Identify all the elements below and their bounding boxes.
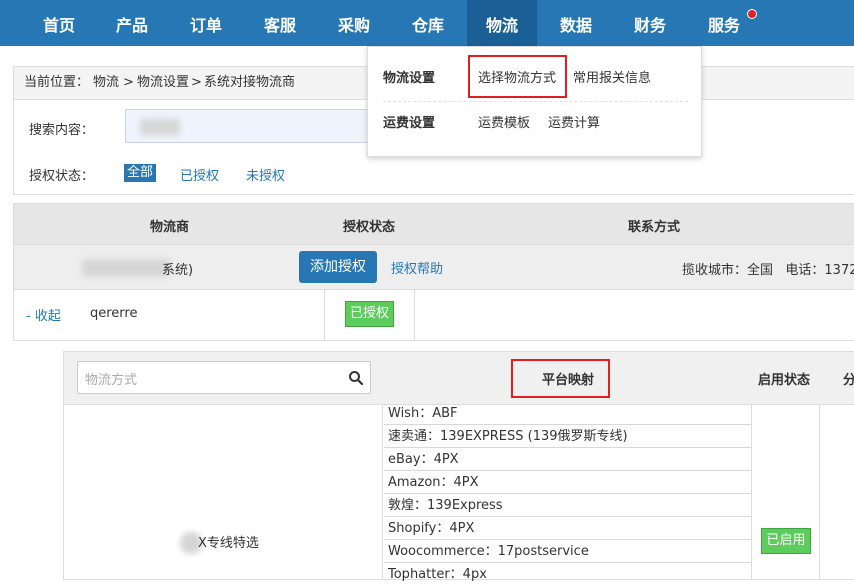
search-label: 搜索内容： — [29, 123, 95, 138]
nav-item-services[interactable]: 服务 — [689, 0, 759, 46]
platform-map-row: Shopify：4PX — [384, 518, 751, 540]
breadcrumb-separator: > — [123, 75, 134, 90]
cell-divider — [414, 290, 415, 340]
dropdown-link-freight-calc[interactable]: 运费计算 — [548, 112, 600, 131]
breadcrumb-item-settings[interactable]: 物流设置 — [137, 67, 189, 99]
carrier-name-suffix: 系统) — [162, 263, 194, 278]
method-name: X专线特选 — [198, 536, 259, 551]
redacted-text — [140, 119, 180, 135]
cell-divider — [382, 404, 383, 579]
nav-item-purchase[interactable]: 采购 — [319, 0, 389, 46]
highlight-box — [468, 55, 567, 98]
header-enabled-status: 启用状态 — [758, 373, 811, 388]
header-more: 分 — [843, 373, 854, 388]
auth-help-link[interactable]: 授权帮助 — [391, 258, 443, 277]
dropdown-divider — [383, 101, 688, 102]
authorized-badge: 已授权 — [345, 301, 394, 327]
platform-map-row: Amazon：4PX — [384, 472, 751, 494]
nav-item-service[interactable]: 客服 — [245, 0, 315, 46]
header-contact: 联系方式 — [628, 220, 681, 235]
notification-dot — [747, 9, 757, 19]
cell-divider — [324, 290, 325, 340]
breadcrumb-prefix: 当前位置： — [24, 75, 90, 90]
nav-item-orders[interactable]: 订单 — [171, 0, 241, 46]
nav-item-data[interactable]: 数据 — [541, 0, 611, 46]
dropdown-group-logistics-settings: 物流设置 — [383, 71, 436, 86]
collapse-link[interactable]: - 收起 — [26, 305, 61, 324]
platform-map-row: Wish：ABF — [384, 403, 751, 425]
top-nav-bar: 首页 产品 订单 客服 采购 仓库 物流 数据 财务 服务 — [0, 0, 854, 46]
add-authorization-button[interactable]: 添加授权 — [299, 251, 377, 283]
header-carrier: 物流商 — [150, 220, 190, 235]
filter-authorized-link[interactable]: 已授权 — [180, 165, 219, 184]
enabled-badge: 已启用 — [761, 528, 811, 554]
carrier-row: 系统) 添加授权 授权帮助 揽收城市：全国 电话：13728 — [14, 245, 854, 290]
dropdown-group-freight-settings: 运费设置 — [383, 116, 436, 131]
auth-status-label: 授权状态： — [29, 169, 95, 184]
dropdown-link-freight-template[interactable]: 运费模板 — [478, 112, 530, 131]
search-input[interactable] — [125, 109, 375, 143]
breadcrumb-separator: > — [191, 75, 202, 90]
platform-map-row: eBay：4PX — [384, 449, 751, 471]
method-search-placeholder: 物流方式 — [85, 373, 138, 388]
method-table-header: 物流方式 平台映射 启用状态 分 — [64, 352, 854, 405]
nav-item-products[interactable]: 产品 — [97, 0, 167, 46]
method-search-input[interactable]: 物流方式 — [77, 361, 371, 394]
platform-map-row: Woocommerce：17postservice — [384, 541, 751, 563]
carrier-table-header: 物流商 授权状态 联系方式 — [14, 204, 854, 245]
dropdown-link-customs-info[interactable]: 常用报关信息 — [573, 67, 651, 86]
shipping-method-table: 物流方式 平台映射 启用状态 分 X专线特选 Wish：ABF 速卖通：139E… — [63, 351, 854, 582]
filter-all-button[interactable]: 全部 — [124, 164, 157, 182]
cell-divider — [751, 404, 752, 579]
nav-item-logistics[interactable]: 物流 — [467, 0, 537, 46]
nav-item-warehouse[interactable]: 仓库 — [393, 0, 463, 46]
breadcrumb-item-logistics[interactable]: 物流 — [93, 67, 119, 99]
carrier-contact-info: 揽收城市：全国 电话：13728 — [682, 263, 854, 278]
logistics-dropdown-menu: 物流设置 选择物流方式 常用报关信息 运费设置 运费模板 运费计算 — [367, 46, 702, 157]
platform-map-row: 敦煌：139Express — [384, 495, 751, 517]
platform-map-row: Tophatter：4px — [388, 567, 487, 582]
filter-unauthorized-link[interactable]: 未授权 — [246, 165, 285, 184]
platform-map-row: 速卖通：139EXPRESS (139俄罗斯专线) — [384, 426, 751, 448]
carrier-table: 物流商 授权状态 联系方式 系统) 添加授权 授权帮助 揽收城市：全国 电话：1… — [13, 203, 854, 341]
account-name: qererre — [90, 306, 138, 321]
nav-item-home[interactable]: 首页 — [24, 0, 94, 46]
header-auth-status: 授权状态 — [343, 220, 396, 235]
nav-item-finance[interactable]: 财务 — [615, 0, 685, 46]
redacted-carrier-name — [82, 259, 170, 277]
breadcrumb-item-current: 系统对接物流商 — [204, 75, 296, 90]
search-icon[interactable] — [348, 370, 364, 386]
highlight-box — [511, 359, 610, 398]
cell-divider — [819, 404, 820, 579]
